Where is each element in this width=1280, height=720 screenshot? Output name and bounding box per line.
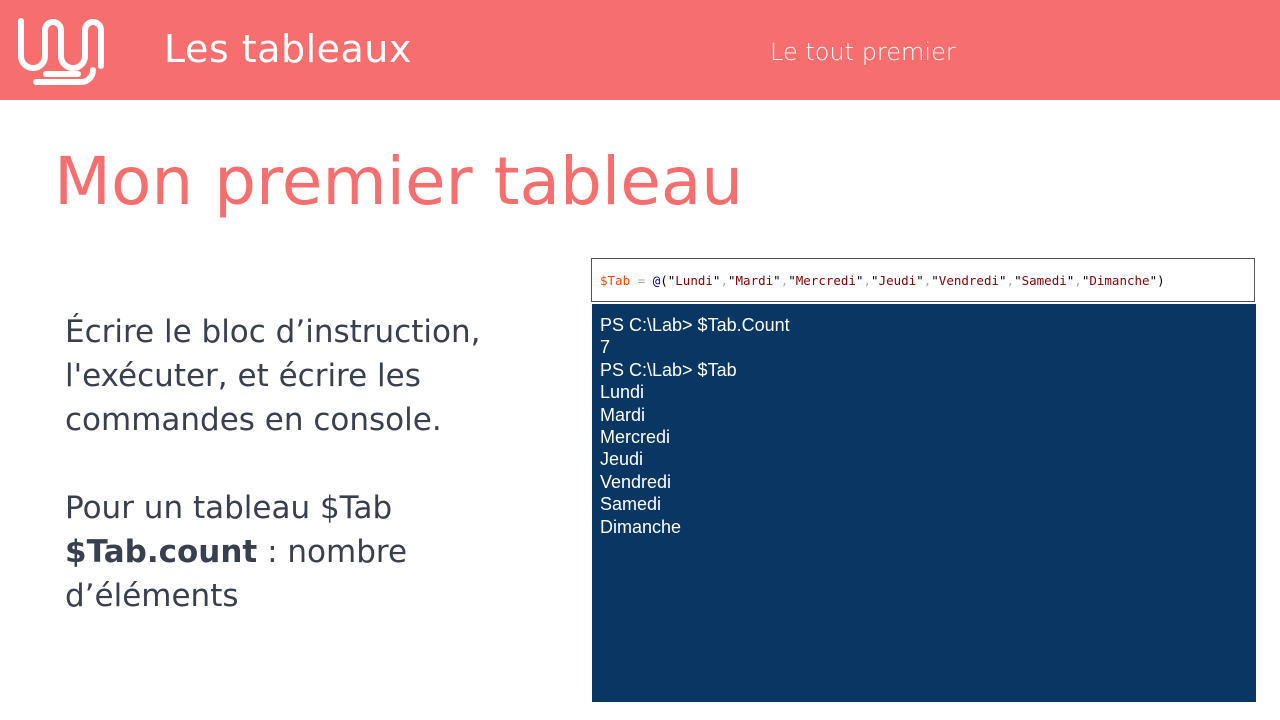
- array-paragraph-line1: Pour un tableau $Tab: [65, 490, 393, 526]
- console-line: Samedi: [600, 494, 662, 515]
- code-string: Mardi: [735, 273, 774, 288]
- code-quote: ": [931, 273, 939, 288]
- code-string: Jeudi: [878, 273, 917, 288]
- console-line: Vendredi: [600, 471, 672, 492]
- header-bar: Les tableaux Le tout premier: [0, 0, 1280, 100]
- code-close-paren: ): [1157, 273, 1165, 288]
- code-string: Dimanche: [1089, 273, 1150, 288]
- code-comma: ,: [863, 273, 872, 288]
- instruction-paragraph: Écrire le bloc d’instruction, l'exécuter…: [65, 314, 481, 438]
- console-line: Jeudi: [600, 449, 644, 470]
- console-line: Mardi: [600, 404, 646, 425]
- code-comma: ,: [1006, 273, 1015, 288]
- array-count-paragraph: $Tab.count : nombre d’éléments: [65, 530, 565, 618]
- code-open-paren: (: [660, 273, 668, 288]
- console-line: 7: [600, 337, 611, 358]
- code-quote: ": [727, 273, 736, 288]
- code-snippet: $Tab = @("Lundi","Mardi","Mercredi","Jeu…: [591, 258, 1255, 302]
- code-quote: ": [916, 273, 924, 288]
- code-string: Mercredi: [795, 273, 856, 288]
- instruction-text: Écrire le bloc d’instruction, l'exécuter…: [65, 310, 565, 618]
- section-title: Les tableaux: [164, 27, 412, 71]
- code-string: Lundi: [675, 273, 713, 288]
- code-comma: ,: [1074, 273, 1082, 288]
- code-quote: ": [773, 273, 781, 288]
- console-line: Mercredi: [600, 427, 671, 448]
- console-line: PS C:\Lab> $Tab: [600, 359, 737, 380]
- count-property-label: $Tab.count: [65, 534, 258, 570]
- console-line: PS C:\Lab> $Tab.Count: [600, 315, 790, 335]
- console-line: Lundi: [600, 382, 645, 403]
- code-variable: $Tab: [600, 273, 631, 288]
- code-quote: ": [855, 273, 864, 288]
- powershell-console: PS C:\Lab> $Tab.Count 7 PS C:\Lab> $Tab Lun…: [592, 304, 1256, 702]
- code-comma: ,: [720, 273, 728, 288]
- code-quote: ": [1014, 273, 1022, 288]
- code-quote: ": [999, 273, 1007, 288]
- console-line: Dimanche: [600, 516, 682, 537]
- page-title: Mon premier tableau: [54, 143, 744, 220]
- code-string: Samedi: [1021, 273, 1067, 288]
- wave-logo-icon: [18, 18, 104, 85]
- code-quote: ": [1149, 273, 1158, 288]
- code-operator: =: [630, 273, 653, 288]
- section-subtitle: Le tout premier: [770, 38, 956, 66]
- code-string: Vendredi: [938, 273, 1000, 288]
- code-quote: ": [871, 273, 879, 288]
- code-quote: ": [788, 273, 796, 288]
